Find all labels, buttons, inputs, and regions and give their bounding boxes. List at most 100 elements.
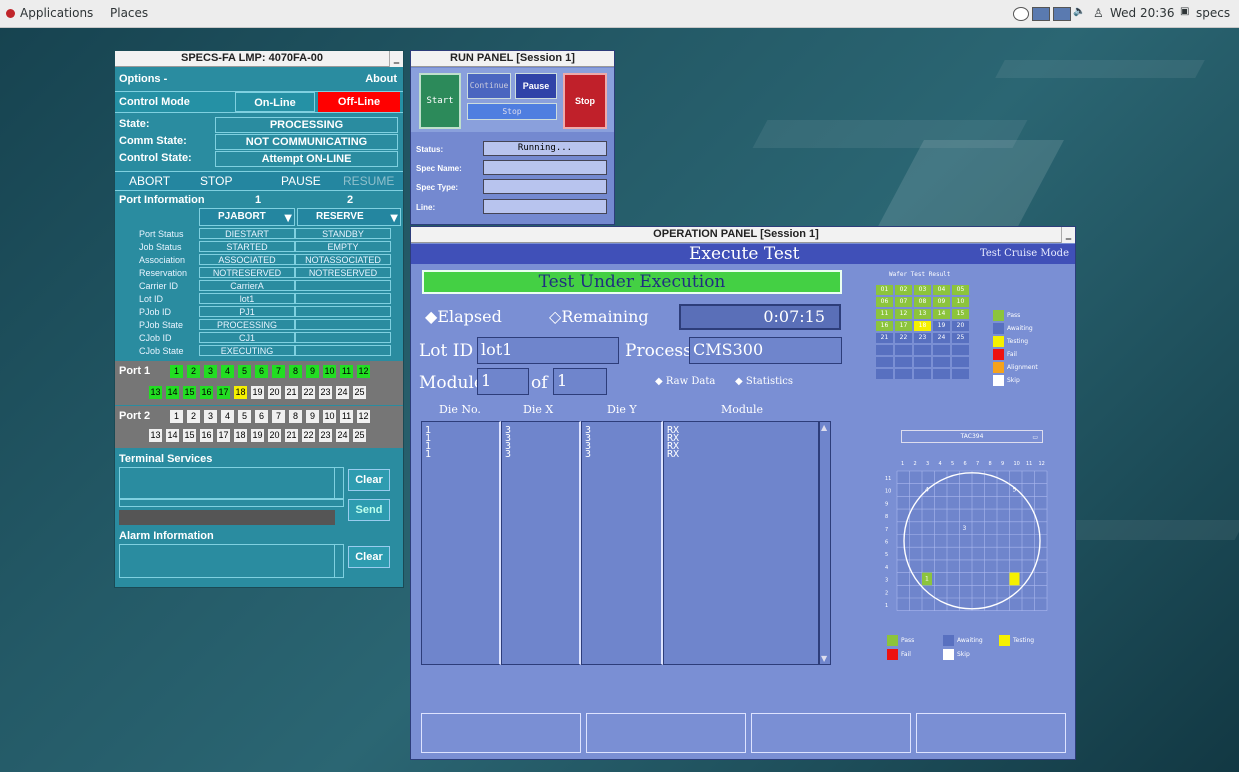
slot-15[interactable]: 15	[183, 429, 196, 442]
terminal-input[interactable]	[119, 510, 335, 525]
wafer-cell[interactable]: 12	[895, 309, 912, 319]
lot-id-field[interactable]: lot1	[477, 337, 619, 364]
wafer-cell[interactable]: 11	[876, 309, 893, 319]
wafer-cell[interactable]: 17	[895, 321, 912, 331]
wafer-cell[interactable]: 13	[914, 309, 931, 319]
port1-select[interactable]: PJABORT ▼	[199, 208, 295, 226]
abort-button[interactable]: ABORT	[129, 174, 170, 188]
wafer-cell[interactable]: 02	[895, 285, 912, 295]
slot-14[interactable]: 14	[166, 429, 179, 442]
wafer-cell[interactable]: 04	[933, 285, 950, 295]
stop-button[interactable]: STOP	[200, 174, 232, 188]
slot-12[interactable]: 12	[357, 365, 370, 378]
lmp-minimize-button[interactable]: _	[389, 51, 403, 67]
slot-12[interactable]: 12	[357, 410, 370, 423]
slot-7[interactable]: 7	[272, 410, 285, 423]
wafer-map[interactable]: 1 2 3 4 5 6 7 8 9 10 11 1211109876543214 531	[881, 453, 1051, 623]
slot-5[interactable]: 5	[238, 410, 251, 423]
slot-13[interactable]: 13	[149, 386, 162, 399]
op-bottom-button-2[interactable]	[586, 713, 746, 753]
network-globe-icon[interactable]	[1013, 7, 1029, 21]
slot-7[interactable]: 7	[272, 365, 285, 378]
slot-23[interactable]: 23	[319, 386, 332, 399]
op-minimize-button[interactable]: _	[1061, 227, 1075, 243]
module-field[interactable]: 1	[477, 368, 529, 395]
wafer-cell[interactable]: 22	[895, 333, 912, 343]
slot-23[interactable]: 23	[319, 429, 332, 442]
process-field[interactable]: CMS300	[689, 337, 842, 364]
die-x-list[interactable]: 3333	[501, 421, 581, 665]
send-button[interactable]: Send	[348, 499, 390, 521]
wafer-cell[interactable]: 06	[876, 297, 893, 307]
slot-20[interactable]: 20	[268, 429, 281, 442]
wafer-cell[interactable]: 08	[914, 297, 931, 307]
slot-9[interactable]: 9	[306, 365, 319, 378]
slot-17[interactable]: 17	[217, 429, 230, 442]
pause-button[interactable]: PAUSE	[281, 174, 321, 188]
die-no-list[interactable]: 1111	[421, 421, 501, 665]
slot-8[interactable]: 8	[289, 410, 302, 423]
slot-8[interactable]: 8	[289, 365, 302, 378]
wafer-cell[interactable]: 15	[952, 309, 969, 319]
wafer-cell[interactable]: 23	[914, 333, 931, 343]
wafer-cell[interactable]: 20	[952, 321, 969, 331]
user-status-icon[interactable]: ♙	[1093, 6, 1104, 20]
slot-18[interactable]: 18	[234, 386, 247, 399]
terminal-scrollbar[interactable]	[334, 467, 344, 499]
terminal-hscrollbar[interactable]	[119, 499, 344, 507]
slot-11[interactable]: 11	[340, 410, 353, 423]
slot-22[interactable]: 22	[302, 429, 315, 442]
window-list-icon[interactable]	[1032, 7, 1050, 21]
slot-21[interactable]: 21	[285, 429, 298, 442]
wafer-cell[interactable]: 07	[895, 297, 912, 307]
wafer-cell[interactable]: 01	[876, 285, 893, 295]
slot-17[interactable]: 17	[217, 386, 230, 399]
slot-3[interactable]: 3	[204, 410, 217, 423]
wafer-cell[interactable]: 19	[933, 321, 950, 331]
slot-24[interactable]: 24	[336, 429, 349, 442]
slot-13[interactable]: 13	[149, 429, 162, 442]
slot-20[interactable]: 20	[268, 386, 281, 399]
slot-19[interactable]: 19	[251, 386, 264, 399]
raw-data-radio[interactable]: ◆ Raw Data	[655, 376, 715, 387]
wafer-cell[interactable]: 24	[933, 333, 950, 343]
slot-4[interactable]: 4	[221, 365, 234, 378]
slot-9[interactable]: 9	[306, 410, 319, 423]
slot-11[interactable]: 11	[340, 365, 353, 378]
terminal-output[interactable]	[119, 467, 344, 499]
about-menu[interactable]: About	[365, 73, 397, 85]
alarm-scrollbar[interactable]	[334, 544, 344, 578]
wafer-cell[interactable]: 25	[952, 333, 969, 343]
volume-icon[interactable]: 🔈	[1073, 6, 1085, 17]
wafer-cell[interactable]: 14	[933, 309, 950, 319]
slot-6[interactable]: 6	[255, 365, 268, 378]
wafer-cell[interactable]: 21	[876, 333, 893, 343]
slot-25[interactable]: 25	[353, 429, 366, 442]
options-menu[interactable]: Options -	[119, 73, 167, 85]
alarm-output[interactable]	[119, 544, 344, 578]
clock[interactable]: Wed 20:36	[1110, 6, 1175, 20]
slot-2[interactable]: 2	[187, 365, 200, 378]
slot-6[interactable]: 6	[255, 410, 268, 423]
slot-14[interactable]: 14	[166, 386, 179, 399]
slot-10[interactable]: 10	[323, 365, 336, 378]
pause-button[interactable]: Pause	[515, 73, 557, 99]
elapsed-radio[interactable]: ◆Elapsed	[425, 307, 502, 326]
continue-button[interactable]: Continue	[467, 73, 511, 99]
slot-1[interactable]: 1	[170, 410, 183, 423]
places-menu[interactable]: Places	[110, 6, 148, 20]
wafer-cell[interactable]: 05	[952, 285, 969, 295]
wafer-cell[interactable]: 09	[933, 297, 950, 307]
wafer-cell[interactable]: 10	[952, 297, 969, 307]
list-scrollbar[interactable]: ▲ ▼	[819, 421, 831, 665]
window-list2-icon[interactable]	[1053, 7, 1071, 21]
op-bottom-button-4[interactable]	[916, 713, 1066, 753]
stop-red-button[interactable]: Stop	[563, 73, 607, 129]
slot-15[interactable]: 15	[183, 386, 196, 399]
op-bottom-button-3[interactable]	[751, 713, 911, 753]
slot-19[interactable]: 19	[251, 429, 264, 442]
remaining-radio[interactable]: ◇Remaining	[549, 307, 649, 326]
module-list[interactable]: RX RX RX RX	[663, 421, 819, 665]
wafer-cell[interactable]: 18	[914, 321, 931, 331]
offline-button[interactable]: Off-Line	[318, 92, 400, 112]
